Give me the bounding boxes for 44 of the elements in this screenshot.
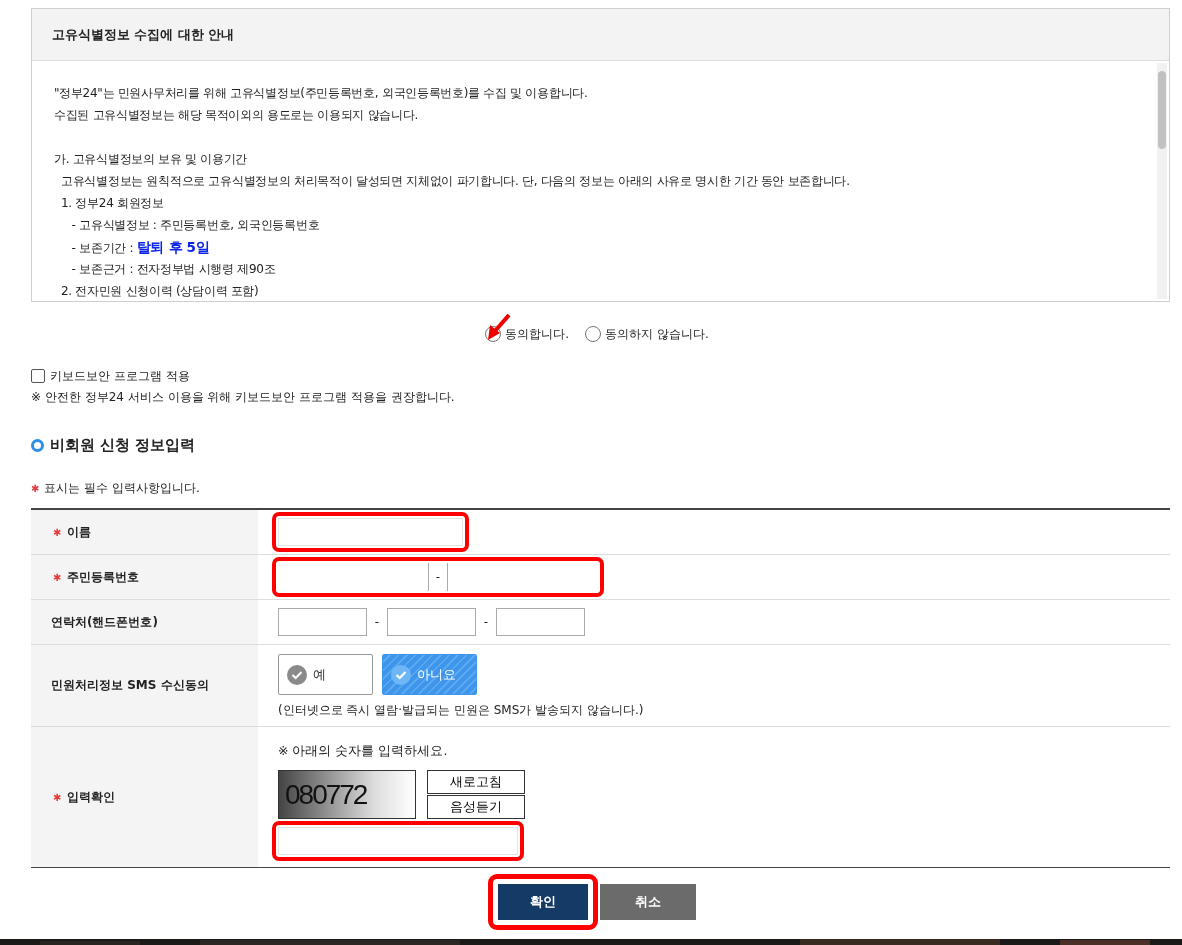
form-label: 연락처(핸드폰번호) xyxy=(51,613,158,631)
keyboard-security-checkbox[interactable]: 키보드보안 프로그램 적용 xyxy=(31,368,190,384)
required-mark: ✱ xyxy=(53,526,62,538)
captcha-instruction: ※ 아래의 숫자를 입력하세요. xyxy=(278,743,448,760)
phone-input[interactable] xyxy=(496,608,585,636)
separator-text: - xyxy=(373,615,381,629)
notice-text: 수집된 고유식별정보는 해당 목적이외의 용도로는 이용되지 않습니다. xyxy=(54,107,418,124)
form-label: 입력확인 xyxy=(67,788,116,806)
rrn-field[interactable]: - xyxy=(278,563,598,591)
separator-text: - xyxy=(482,615,490,629)
name-input[interactable] xyxy=(278,518,463,546)
notice-title: 고유식별정보 수집에 대한 안내 xyxy=(32,9,1169,61)
notice-text: - 보존기간 : 탈퇴 후 5일 xyxy=(70,238,210,257)
notice-text: - 보존근거 : 전자정부법 시행령 제90조 xyxy=(70,261,276,278)
phone-input[interactable] xyxy=(278,608,367,636)
section-title: 비회원 신청 정보입력 xyxy=(50,435,196,455)
captcha-button[interactable]: 음성듣기 xyxy=(427,795,525,819)
phone-input[interactable] xyxy=(387,608,476,636)
notice-text: 1. 정부24 회원정보 xyxy=(60,195,164,212)
required-mark: ✱ xyxy=(53,791,62,803)
required-mark: ✱ xyxy=(53,571,62,583)
form-label: 민원처리정보 SMS 수신동의 xyxy=(51,677,209,694)
security-note: ※ 안전한 정부24 서비스 이용을 위해 키보드보안 프로그램 적용을 권장합니다. xyxy=(31,389,455,406)
form-label: 이름 xyxy=(67,523,92,541)
sms-option-button[interactable]: 예 xyxy=(278,654,373,695)
required-note: 표시는 필수 입력사항입니다. xyxy=(44,479,200,497)
scrollbar[interactable] xyxy=(1157,63,1167,299)
notice-text: - 고유식별정보 : 주민등록번호, 외국인등록번호 xyxy=(70,217,320,234)
captcha-button[interactable]: 새로고침 xyxy=(427,770,525,794)
notice-text: 가. 고유식별정보의 보유 및 이용기간 xyxy=(54,151,248,168)
cancel-button[interactable]: 취소 xyxy=(600,884,696,920)
form-label: 주민등록번호 xyxy=(67,568,140,586)
bullet-icon xyxy=(31,438,44,452)
confirm-button[interactable]: 확인 xyxy=(498,884,588,920)
sms-note: (인터넷으로 즉시 열람·발급되는 민원은 SMS가 발송되지 않습니다.) xyxy=(278,702,644,719)
notice-text: 고유식별정보는 원칙적으로 고유식별정보의 처리목적이 달성되면 지체없이 파기합니다. 단, 다음의 정보는 아래의 사유로 명시한 기간 동안 보존합니다. xyxy=(60,173,850,190)
captcha-input[interactable] xyxy=(278,827,518,855)
required-mark: ✱ xyxy=(31,482,40,494)
notice-text: "정부24"는 민원사무처리를 위해 고유식별정보(주민등록번호, 외국인등록번호)를 수집 및 이용합니다. xyxy=(54,85,588,102)
radio-option[interactable]: 동의하지 않습니다. xyxy=(585,325,709,343)
check-icon xyxy=(391,664,411,685)
notice-text: 2. 전자민원 신청이력 (상담이력 포함) xyxy=(60,283,259,300)
captcha-image: 080772 xyxy=(278,770,416,819)
check-icon xyxy=(287,664,307,685)
